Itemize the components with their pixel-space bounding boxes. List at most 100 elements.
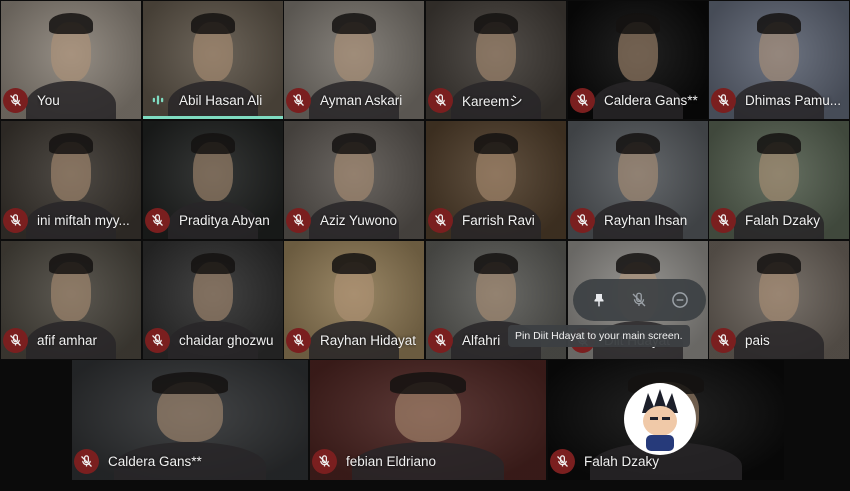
mic-off-icon — [81, 454, 92, 467]
mic-off-icon — [577, 93, 588, 106]
mute-participant-button[interactable] — [625, 286, 653, 314]
participant-tile[interactable]: Praditya Abyan — [143, 121, 283, 239]
mic-off-badge — [711, 87, 736, 113]
mic-off-icon — [152, 213, 163, 226]
participant-name: Caldera Gans** — [604, 92, 698, 108]
participant-hair — [48, 132, 94, 155]
participant-tile[interactable]: You — [1, 1, 141, 119]
tile-hover-controls — [573, 279, 706, 321]
mic-off-badge — [428, 87, 453, 113]
participant-name-bar: Abil Hasan Ali — [145, 87, 262, 113]
participant-tile[interactable]: Falah Dzaky — [709, 121, 849, 239]
participant-tile[interactable]: Aziz Yuwono — [284, 121, 424, 239]
participant-hair — [615, 132, 661, 155]
participant-tile[interactable]: Caldera Gans** — [568, 1, 708, 119]
mic-off-badge — [711, 327, 736, 353]
participant-hair — [331, 132, 377, 155]
participant-hair — [756, 12, 802, 35]
participant-tile[interactable]: Ayman Askari — [284, 1, 424, 119]
mic-off-badge — [286, 207, 311, 233]
participant-name: Falah Dzaky — [745, 212, 821, 228]
participant-name-bar: pais — [711, 327, 770, 353]
participant-hair — [48, 252, 94, 275]
participant-tile[interactable]: Rayhan Hidayat — [284, 241, 424, 359]
mic-off-icon — [10, 333, 21, 346]
active-speaker-bar — [143, 116, 283, 119]
mic-off-icon — [718, 333, 729, 346]
participant-name: pais — [745, 332, 770, 348]
participant-name: febian Eldriano — [346, 453, 437, 469]
participant-name: Dhimas Pamu... — [745, 92, 842, 108]
participant-name-bar: Ayman Askari — [286, 87, 402, 113]
participant-name: Abil Hasan Ali — [179, 92, 263, 108]
participant-hair — [331, 252, 377, 275]
mic-off-icon — [10, 93, 21, 106]
mic-off-badge — [286, 87, 311, 113]
mic-off-badge — [3, 207, 28, 233]
participant-tile[interactable]: chaidar ghozwu — [143, 241, 283, 359]
participant-tile[interactable]: Rayhan Ihsan — [568, 121, 708, 239]
participant-tile[interactable]: Farrish Ravi — [426, 121, 566, 239]
participant-name: Falah Dzaky — [584, 453, 660, 469]
participant-name-bar: Dhimas Pamu... — [711, 87, 841, 113]
mic-off-icon — [718, 93, 729, 106]
participant-hair — [390, 372, 466, 394]
participant-name-bar: Rayhan Hidayat — [286, 327, 416, 353]
participant-name-bar: Falah Dzaky — [711, 207, 820, 233]
mic-off-badge — [286, 327, 311, 353]
participant-tile[interactable]: Caldera Gans** — [72, 360, 308, 480]
mic-off-badge — [711, 207, 736, 233]
mic-off-icon — [577, 213, 588, 226]
mic-off-icon — [718, 213, 729, 226]
remove-participant-button[interactable] — [666, 286, 694, 314]
participant-name: chaidar ghozwu — [179, 332, 274, 348]
mic-off-icon — [319, 454, 330, 467]
mic-off-badge — [3, 87, 28, 113]
mic-off-icon — [293, 333, 304, 346]
participant-hair — [473, 252, 519, 275]
participant-name-bar: Falah Dzaky — [550, 448, 659, 474]
participant-hair — [473, 12, 519, 35]
participant-name: Farrish Ravi — [462, 212, 535, 228]
mic-off-icon — [152, 333, 163, 346]
participant-tile[interactable]: ini miftah myy... — [1, 121, 141, 239]
participant-hair — [756, 132, 802, 155]
participant-tile[interactable]: Kareemシ — [426, 1, 566, 119]
participant-bottom-row: Caldera Gans** febian Eldriano Falah Dzaky — [0, 360, 850, 491]
mic-off-badge — [428, 207, 453, 233]
mic-off-icon — [435, 213, 446, 226]
mic-off-badge — [312, 448, 337, 474]
pin-button[interactable] — [585, 286, 613, 314]
pin-icon — [594, 294, 604, 307]
participant-hair — [48, 12, 94, 35]
participant-name: Caldera Gans** — [108, 453, 202, 469]
participant-name-bar: Praditya Abyan — [145, 207, 270, 233]
participant-tile[interactable]: pais — [709, 241, 849, 359]
participant-name-bar: chaidar ghozwu — [145, 327, 274, 353]
participant-hair — [615, 252, 661, 275]
participant-name-bar: febian Eldriano — [312, 448, 436, 474]
participant-tile[interactable]: febian Eldriano — [310, 360, 546, 480]
participant-tile[interactable]: afif amhar — [1, 241, 141, 359]
participant-hair — [473, 132, 519, 155]
mic-off-badge — [428, 327, 453, 353]
participant-hair — [190, 132, 236, 155]
participant-hair — [190, 12, 236, 35]
mic-off-icon — [557, 454, 568, 467]
participant-name-bar: Farrish Ravi — [428, 207, 535, 233]
participant-hair — [615, 12, 661, 35]
participant-name: Aziz Yuwono — [320, 212, 398, 228]
participant-tile[interactable]: Dhimas Pamu... — [709, 1, 849, 119]
participant-hair — [152, 372, 228, 394]
participant-name-bar: ini miftah myy... — [3, 207, 130, 233]
mic-off-badge — [570, 207, 595, 233]
participant-name-bar: Aziz Yuwono — [286, 207, 397, 233]
participant-name-bar: Caldera Gans** — [74, 448, 202, 474]
participant-tile[interactable]: Abil Hasan Ali — [143, 1, 283, 119]
mic-off-icon — [10, 213, 21, 226]
mic-off-badge — [550, 448, 575, 474]
mic-off-icon — [435, 333, 446, 346]
participant-name-bar: afif amhar — [3, 327, 97, 353]
participant-hair — [331, 12, 377, 35]
participant-name: You — [37, 92, 60, 108]
